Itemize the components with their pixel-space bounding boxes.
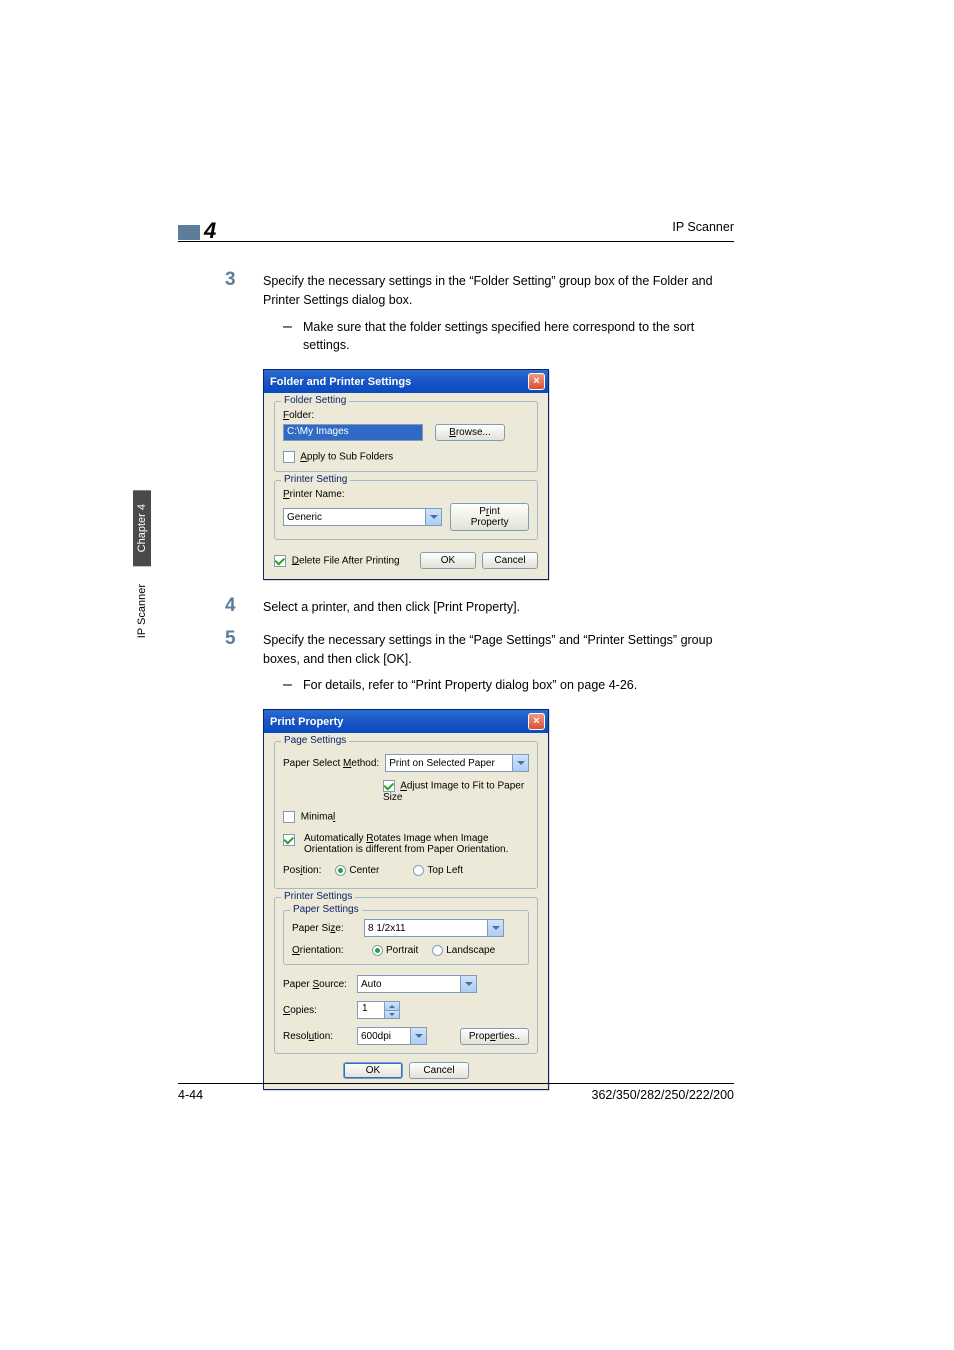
step-3: 3 Specify the necessary settings in the … [263, 272, 734, 355]
chevron-down-icon[interactable] [410, 1028, 426, 1044]
auto-rotate-checkbox[interactable] [283, 834, 295, 846]
bullet-text: For details, refer to “Print Property di… [303, 678, 637, 692]
group-legend: Folder Setting [281, 395, 349, 406]
page-settings-group: Page Settings Paper Select Method: Print… [274, 741, 538, 889]
adjust-image-checkbox[interactable] [383, 780, 395, 792]
side-tab-chapter: Chapter 4 [133, 490, 151, 566]
printer-name-value: Generic [287, 512, 322, 523]
auto-rotate-label: Automatically Rotates Image when Image O… [304, 833, 529, 855]
browse-button[interactable]: Browse... [435, 424, 505, 441]
spinner-down-icon[interactable] [385, 1011, 399, 1019]
group-legend: Printer Settings [281, 891, 355, 902]
close-icon[interactable]: × [528, 373, 545, 390]
step-number: 3 [225, 269, 236, 291]
side-tab-section: IP Scanner [133, 570, 151, 652]
group-legend: Page Settings [281, 735, 349, 746]
chevron-down-icon[interactable] [487, 920, 503, 936]
printer-setting-group: Printer Setting Printer Name: Generic Pr… [274, 480, 538, 540]
printer-name-combo[interactable]: Generic [283, 508, 442, 526]
copies-value: 1 [358, 1002, 384, 1018]
dialog-title: Print Property [270, 716, 343, 728]
cancel-button[interactable]: Cancel [409, 1062, 469, 1079]
page-footer: 4-44 362/350/282/250/222/200 [178, 1083, 734, 1102]
ok-button[interactable]: OK [343, 1062, 403, 1079]
position-topleft-radio[interactable]: Top Left [413, 865, 463, 876]
orientation-portrait-radio[interactable]: Portrait [372, 945, 418, 956]
chevron-down-icon[interactable] [460, 976, 476, 992]
print-property-dialog: Print Property × Page Settings Paper Sel… [263, 709, 549, 1090]
minimal-checkbox[interactable] [283, 811, 295, 823]
folder-label: Folder: [283, 410, 529, 421]
bullet-text: Make sure that the folder settings speci… [303, 320, 694, 353]
header-title: IP Scanner [672, 220, 734, 240]
chapter-bullet [178, 225, 200, 240]
step-bullet: For details, refer to “Print Property di… [263, 676, 734, 695]
dialog-titlebar[interactable]: Folder and Printer Settings × [264, 370, 548, 393]
folder-printer-settings-dialog: Folder and Printer Settings × Folder Set… [263, 369, 549, 580]
step-text: Select a printer, and then click [Print … [263, 598, 734, 617]
orientation-landscape-radio[interactable]: Landscape [432, 945, 495, 956]
paper-source-value: Auto [361, 979, 382, 990]
dialog-titlebar[interactable]: Print Property × [264, 710, 548, 733]
paper-method-combo[interactable]: Print on Selected Paper [385, 754, 529, 772]
position-center-radio[interactable]: Center [335, 865, 379, 876]
cancel-button[interactable]: Cancel [482, 552, 538, 569]
resolution-label: Resolution: [283, 1031, 351, 1042]
paper-size-label: Paper Size: [292, 923, 358, 934]
page-number: 4-44 [178, 1088, 203, 1102]
orientation-label: Orientation: [292, 945, 358, 956]
close-icon[interactable]: × [528, 713, 545, 730]
side-tab: Chapter 4 IP Scanner [133, 490, 161, 653]
page-header: 4 IP Scanner [178, 214, 734, 242]
paper-size-value: 8 1/2x11 [368, 923, 406, 934]
group-legend: Printer Setting [281, 474, 350, 485]
step-number: 4 [225, 595, 236, 617]
apply-subfolders-label: Apply to Sub Folders [300, 452, 393, 463]
adjust-image-label: Adjust Image to Fit to Paper Size [383, 781, 524, 803]
paper-method-label: Paper Select Method: [283, 758, 379, 769]
delete-after-checkbox[interactable] [274, 555, 286, 567]
folder-setting-group: Folder Setting Folder: C:\My Images Brow… [274, 401, 538, 472]
step-number: 5 [225, 628, 236, 650]
group-legend: Paper Settings [290, 904, 362, 915]
resolution-combo[interactable]: 600dpi [357, 1027, 427, 1045]
spinner-up-icon[interactable] [385, 1002, 399, 1011]
step-bullet: Make sure that the folder settings speci… [263, 318, 734, 356]
properties-button[interactable]: Properties.. [460, 1028, 529, 1045]
paper-method-value: Print on Selected Paper [389, 758, 495, 769]
printer-settings-group: Printer Settings Paper Settings Paper Si… [274, 897, 538, 1054]
step-4: 4 Select a printer, and then click [Prin… [263, 598, 734, 617]
copies-label: Copies: [283, 1005, 351, 1016]
paper-source-combo[interactable]: Auto [357, 975, 477, 993]
copies-spinner[interactable]: 1 [357, 1001, 400, 1019]
step-5: 5 Specify the necessary settings in the … [263, 631, 734, 695]
chevron-down-icon[interactable] [425, 509, 441, 525]
model-numbers: 362/350/282/250/222/200 [592, 1088, 735, 1102]
print-property-button[interactable]: Print Property [450, 503, 529, 531]
ok-button[interactable]: OK [420, 552, 476, 569]
resolution-value: 600dpi [361, 1031, 391, 1042]
minimal-label: Minimal [301, 812, 335, 823]
apply-subfolders-checkbox[interactable] [283, 451, 295, 463]
paper-settings-group: Paper Settings Paper Size: 8 1/2x11 Orie… [283, 910, 529, 965]
paper-source-label: Paper Source: [283, 979, 351, 990]
chapter-number: 4 [204, 218, 216, 244]
paper-size-combo[interactable]: 8 1/2x11 [364, 919, 504, 937]
delete-after-label: Delete File After Printing [292, 555, 400, 566]
step-text: Specify the necessary settings in the “P… [263, 631, 734, 669]
printer-name-label: Printer Name: [283, 489, 529, 500]
folder-input[interactable]: C:\My Images [283, 424, 423, 441]
position-label: Position: [283, 865, 321, 876]
chevron-down-icon[interactable] [512, 755, 528, 771]
dialog-title: Folder and Printer Settings [270, 376, 411, 388]
step-text: Specify the necessary settings in the “F… [263, 272, 734, 310]
